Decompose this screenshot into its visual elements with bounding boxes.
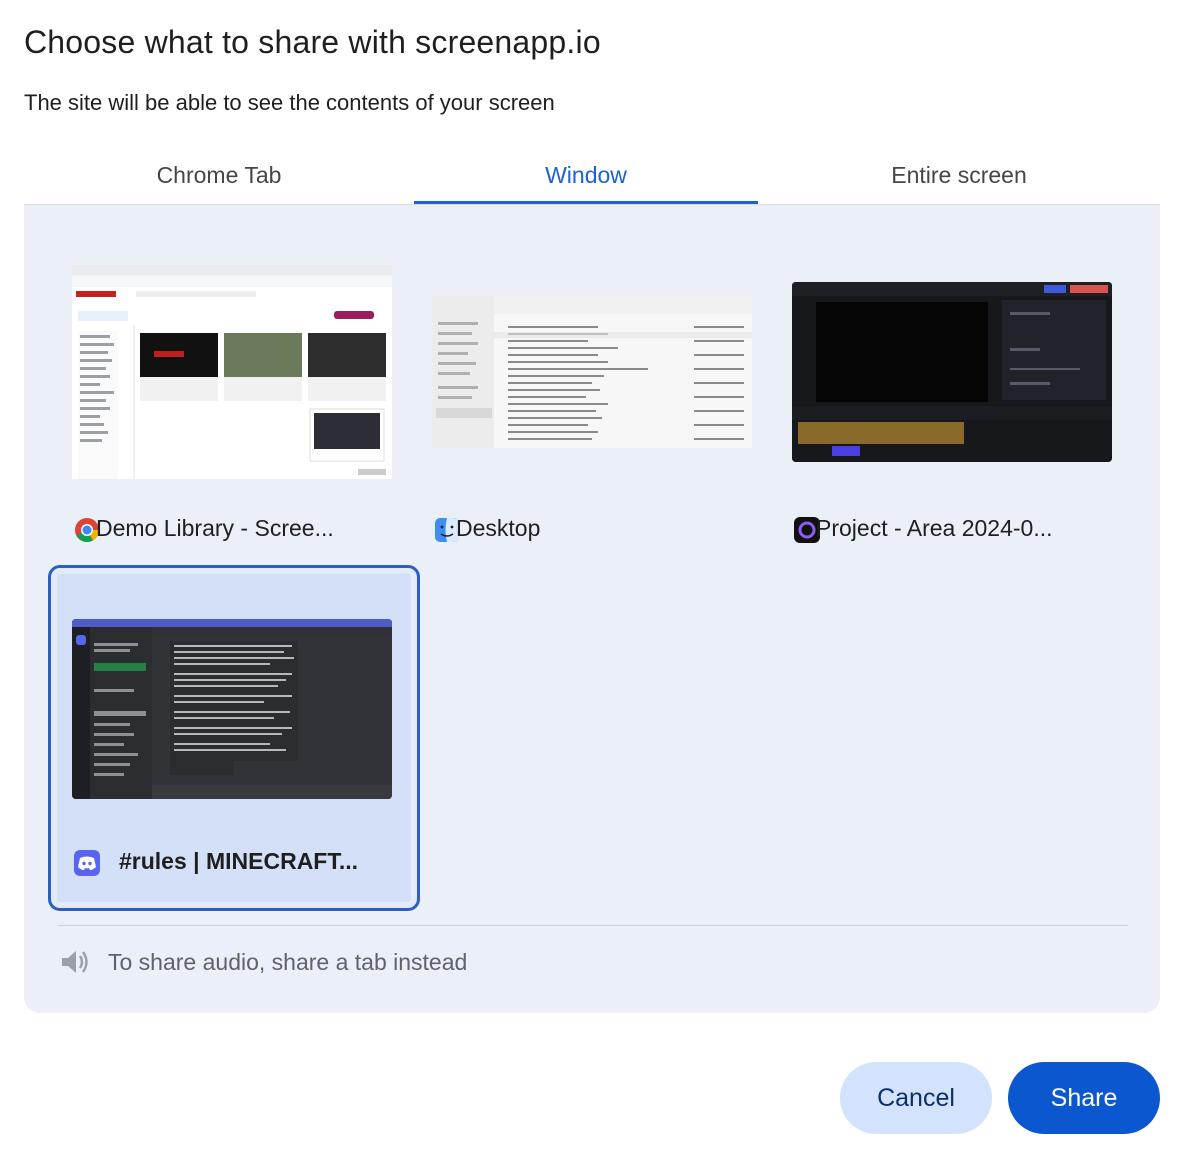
- window-label-desktop: Desktop: [456, 515, 541, 541]
- window-label-demo-library: Demo Library - Scree...: [96, 515, 334, 541]
- window-thumbnail-demo-library: [72, 265, 392, 479]
- audio-divider: [58, 925, 1128, 926]
- dialog-title: Choose what to share with screenapp.io: [24, 24, 601, 60]
- discord-icon: [74, 850, 100, 876]
- dialog-subtitle: The site will be able to see the content…: [24, 90, 555, 115]
- tab-entire-screen[interactable]: Entire screen: [758, 148, 1160, 202]
- tab-chrome-tab[interactable]: Chrome Tab: [24, 148, 414, 202]
- tab-window[interactable]: Window: [414, 148, 758, 204]
- window-thumbnail-discord-rules: [72, 619, 392, 799]
- audio-note-text: To share audio, share a tab instead: [108, 948, 468, 975]
- window-thumbnail-desktop: [432, 296, 752, 448]
- cancel-button[interactable]: Cancel: [840, 1062, 992, 1134]
- share-source-tabs: Chrome Tab Window Entire screen: [24, 148, 1160, 205]
- window-item-discord-rules[interactable]: #rules | MINECRAFT...: [48, 565, 420, 911]
- window-label-project-area: Project - Area 2024-0...: [816, 515, 1053, 541]
- window-item-desktop[interactable]: Desktop: [408, 225, 774, 565]
- audio-note: To share audio, share a tab instead: [58, 945, 467, 979]
- window-item-project-area[interactable]: Project - Area 2024-0...: [768, 225, 1134, 565]
- window-item-demo-library[interactable]: Demo Library - Scree...: [48, 225, 414, 565]
- share-button[interactable]: Share: [1008, 1062, 1160, 1134]
- speaker-icon: [62, 951, 88, 973]
- window-picker-panel: Demo Library - Scree... Desktop Project …: [24, 205, 1160, 1013]
- window-thumbnail-project-area: [792, 282, 1112, 462]
- window-label-discord-rules: #rules | MINECRAFT...: [119, 848, 359, 874]
